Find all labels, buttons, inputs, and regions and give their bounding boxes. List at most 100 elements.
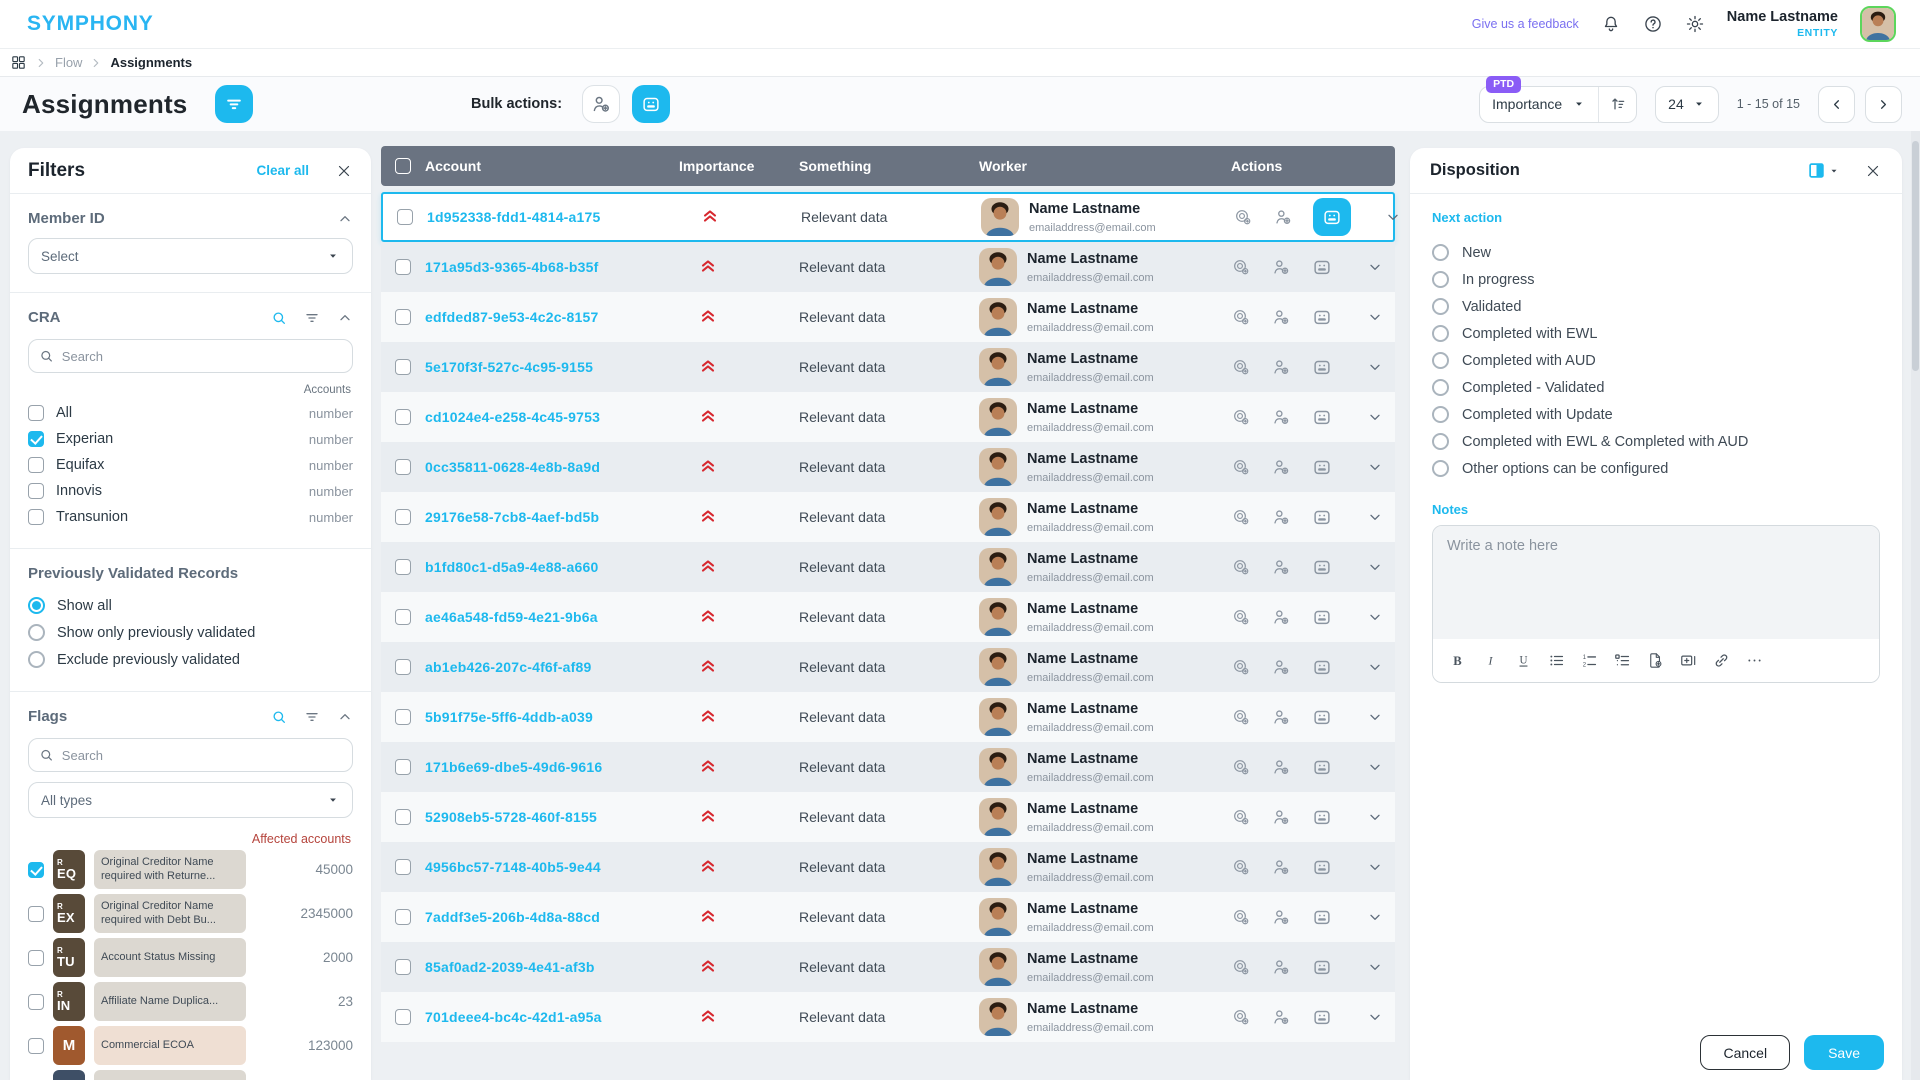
account-link[interactable]: ab1eb426-207c-4f6f-af89 (425, 659, 591, 675)
account-link[interactable]: 1d952338-fdd1-4814-a175 (427, 209, 600, 225)
assign-worker-icon[interactable] (1271, 807, 1291, 827)
row-expand-chevron-icon[interactable] (1367, 459, 1383, 475)
radio-button[interactable] (1432, 460, 1449, 477)
ordered-list-button[interactable]: 12 (1575, 646, 1604, 675)
page-size-select[interactable]: 24 (1655, 85, 1719, 123)
row-checkbox[interactable] (395, 1009, 411, 1025)
assign-worker-icon[interactable] (1271, 707, 1291, 727)
row-checkbox[interactable] (395, 409, 411, 425)
close-icon[interactable] (335, 162, 353, 180)
row-expand-chevron-icon[interactable] (1367, 959, 1383, 975)
radio-button[interactable] (1432, 379, 1449, 396)
copy-arrow-icon[interactable] (1231, 257, 1251, 277)
more-button[interactable] (1740, 646, 1769, 675)
copy-arrow-icon[interactable] (1231, 607, 1251, 627)
embed-button[interactable] (1674, 646, 1703, 675)
panel-layout-toggle[interactable] (1808, 162, 1840, 179)
row-expand-chevron-icon[interactable] (1367, 859, 1383, 875)
user-avatar[interactable] (1860, 6, 1896, 42)
notes-textarea[interactable] (1433, 526, 1879, 639)
row-checkbox[interactable] (395, 709, 411, 725)
radio-button[interactable] (1432, 325, 1449, 342)
open-filters-button[interactable] (215, 85, 254, 123)
search-icon[interactable] (271, 310, 287, 326)
account-link[interactable]: 85af0ad2-2039-4e41-af3b (425, 959, 595, 975)
assign-worker-icon[interactable] (1271, 1007, 1291, 1027)
checkbox[interactable] (28, 431, 44, 447)
account-link[interactable]: 0cc35811-0628-4e8b-8a9d (425, 459, 600, 475)
copy-arrow-icon[interactable] (1231, 857, 1251, 877)
radio-button[interactable] (1432, 244, 1449, 261)
row-expand-chevron-icon[interactable] (1367, 909, 1383, 925)
account-link[interactable]: 171b6e69-dbe5-49d6-9616 (425, 759, 602, 775)
row-checkbox[interactable] (395, 309, 411, 325)
account-link[interactable]: cd1024e4-e258-4c45-9753 (425, 409, 600, 425)
checkbox[interactable] (28, 405, 44, 421)
assign-worker-icon[interactable] (1271, 657, 1291, 677)
checkbox[interactable] (28, 949, 44, 966)
gear-icon[interactable] (1685, 14, 1705, 34)
row-expand-chevron-icon[interactable] (1367, 359, 1383, 375)
copy-arrow-icon[interactable] (1231, 557, 1251, 577)
robot-icon[interactable] (1311, 406, 1333, 428)
row-checkbox[interactable] (395, 559, 411, 575)
account-link[interactable]: 4956bc57-7148-40b5-9e44 (425, 859, 601, 875)
row-checkbox[interactable] (397, 209, 413, 225)
robot-icon[interactable] (1311, 256, 1333, 278)
row-expand-chevron-icon[interactable] (1367, 509, 1383, 525)
row-checkbox[interactable] (395, 359, 411, 375)
member-id-select[interactable]: Select (28, 238, 353, 274)
radio-button[interactable] (28, 651, 45, 668)
bold-button[interactable]: B (1443, 646, 1472, 675)
copy-arrow-icon[interactable] (1233, 207, 1253, 227)
bulk-auto-assign-button[interactable] (632, 85, 671, 123)
robot-icon[interactable] (1311, 506, 1333, 528)
row-expand-chevron-icon[interactable] (1367, 809, 1383, 825)
filter-lines-icon[interactable] (304, 310, 320, 326)
feedback-link[interactable]: Give us a feedback (1472, 17, 1579, 31)
help-icon[interactable] (1643, 14, 1663, 34)
robot-icon[interactable] (1311, 1006, 1333, 1028)
row-checkbox[interactable] (395, 859, 411, 875)
assign-worker-icon[interactable] (1273, 207, 1293, 227)
copy-arrow-icon[interactable] (1231, 707, 1251, 727)
checkbox[interactable] (28, 483, 44, 499)
cancel-button[interactable]: Cancel (1700, 1035, 1791, 1070)
chevron-up-icon[interactable] (337, 709, 353, 725)
chevron-up-icon[interactable] (337, 310, 353, 326)
robot-icon[interactable] (1311, 656, 1333, 678)
radio-button[interactable] (1432, 271, 1449, 288)
page-scrollbar[interactable] (1911, 131, 1920, 1080)
account-link[interactable]: b1fd80c1-d5a9-4e88-a660 (425, 559, 598, 575)
radio-button[interactable] (1432, 298, 1449, 315)
assign-worker-icon[interactable] (1271, 857, 1291, 877)
breadcrumb-flow[interactable]: Flow (55, 55, 82, 70)
copy-arrow-icon[interactable] (1231, 1007, 1251, 1027)
account-link[interactable]: 171a95d3-9365-4b68-b35f (425, 259, 598, 275)
apps-grid-icon[interactable] (10, 54, 27, 71)
account-link[interactable]: edfded87-9e53-4c2c-8157 (425, 309, 598, 325)
row-expand-chevron-icon[interactable] (1385, 209, 1401, 225)
row-expand-chevron-icon[interactable] (1367, 609, 1383, 625)
row-checkbox[interactable] (395, 509, 411, 525)
copy-arrow-icon[interactable] (1231, 957, 1251, 977)
link-button[interactable] (1707, 646, 1736, 675)
row-checkbox[interactable] (395, 459, 411, 475)
flags-type-select[interactable]: All types (28, 782, 353, 818)
underline-button[interactable]: U (1509, 646, 1538, 675)
cra-search-input[interactable] (61, 348, 342, 364)
radio-button[interactable] (28, 624, 45, 641)
account-link[interactable]: 5e170f3f-527c-4c95-9155 (425, 359, 593, 375)
copy-arrow-icon[interactable] (1231, 507, 1251, 527)
file-add-button[interactable] (1641, 646, 1670, 675)
account-link[interactable]: ae46a548-fd59-4e21-9b6a (425, 609, 598, 625)
checkbox[interactable] (28, 1037, 44, 1054)
row-checkbox[interactable] (395, 609, 411, 625)
row-checkbox[interactable] (395, 659, 411, 675)
account-link[interactable]: 29176e58-7cb8-4aef-bd5b (425, 509, 599, 525)
account-link[interactable]: 5b91f75e-5ff6-4ddb-a039 (425, 709, 593, 725)
search-icon[interactable] (271, 709, 287, 725)
copy-arrow-icon[interactable] (1231, 757, 1251, 777)
row-checkbox[interactable] (395, 959, 411, 975)
copy-arrow-icon[interactable] (1231, 907, 1251, 927)
